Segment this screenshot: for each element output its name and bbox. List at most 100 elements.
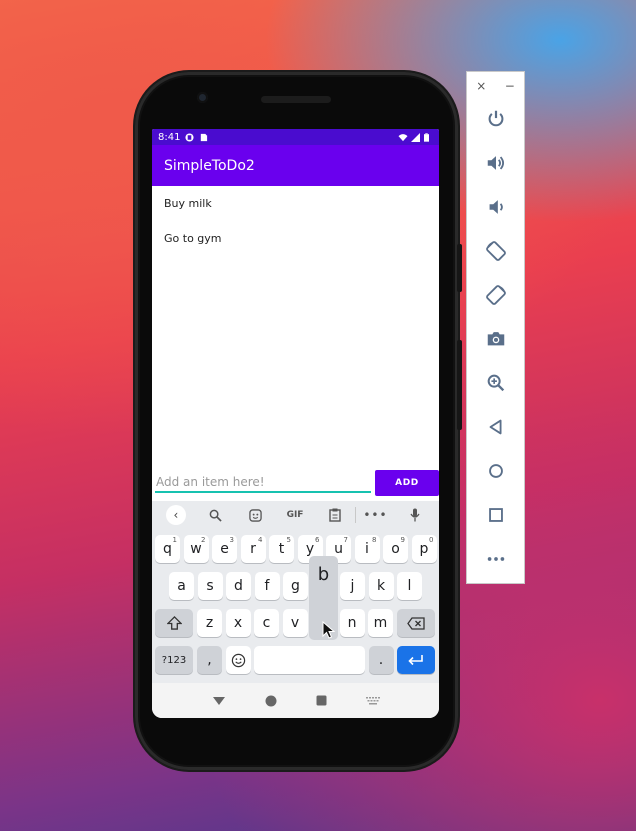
screen: 8:41 SimpleToDo2 Buy milk Go to gym Add … xyxy=(152,129,439,718)
toolbar-back-button[interactable]: ‹ xyxy=(156,505,196,525)
period-key[interactable]: . xyxy=(368,646,394,674)
key-o[interactable]: o9 xyxy=(383,535,408,563)
shift-key[interactable] xyxy=(155,609,193,637)
key-label: n xyxy=(347,615,357,631)
key-label: q xyxy=(163,541,172,557)
backspace-key[interactable] xyxy=(397,609,435,637)
rotate-left-icon[interactable] xyxy=(483,238,509,264)
backspace-icon xyxy=(407,616,425,630)
key-z[interactable]: z xyxy=(197,609,222,637)
enter-key[interactable] xyxy=(397,646,435,674)
key-row-2: a s d f g h j k l xyxy=(152,572,439,600)
key-m[interactable]: m xyxy=(368,609,393,637)
emulator-window-controls: × − xyxy=(467,72,524,100)
chevron-left-icon: ‹ xyxy=(165,505,186,525)
soft-keyboard: ‹ GIF ••• q1 w2 e 3 r 4 t 5 y 6 u 7 i 8 … xyxy=(152,501,439,683)
key-label: i xyxy=(365,541,369,557)
power-icon[interactable] xyxy=(483,106,509,132)
symbols-key[interactable]: ?123 xyxy=(155,646,193,674)
volume-down-icon[interactable] xyxy=(483,194,509,220)
search-icon[interactable] xyxy=(196,509,236,522)
key-c[interactable]: c xyxy=(254,609,279,637)
key-i[interactable]: i8 xyxy=(354,535,380,563)
nav-home-icon[interactable] xyxy=(265,695,277,707)
key-w[interactable]: w2 xyxy=(183,535,209,563)
todo-list: Buy milk Go to gym xyxy=(152,186,439,466)
mouse-pointer-icon xyxy=(322,621,336,639)
key-label: a xyxy=(177,578,186,594)
volume-up-icon[interactable] xyxy=(483,150,509,176)
status-time: 8:41 xyxy=(158,131,181,143)
key-label: , xyxy=(207,652,212,668)
key-row-4: ?123 , . xyxy=(152,646,439,674)
key-row-3: z x c v n m xyxy=(152,609,439,637)
home-icon[interactable] xyxy=(483,458,509,484)
key-row-1: q1 w2 e3 r4 t5 y6 u7 i8 o9 p0 xyxy=(152,535,439,563)
key-s[interactable]: s xyxy=(197,572,223,600)
app-notification-icon xyxy=(185,132,195,142)
shift-icon xyxy=(166,616,182,630)
key-j[interactable]: j xyxy=(340,572,365,600)
key-label: j xyxy=(350,578,355,594)
key-label: o xyxy=(391,541,400,557)
key-label: s xyxy=(206,578,214,594)
key-hint: 2 xyxy=(201,536,206,544)
minimize-icon[interactable]: − xyxy=(505,79,515,93)
key-label: l xyxy=(407,578,412,594)
key-a[interactable]: a xyxy=(169,572,194,600)
sticker-icon[interactable] xyxy=(235,508,275,522)
zoom-icon[interactable] xyxy=(483,370,509,396)
nav-recents-icon[interactable] xyxy=(316,695,327,706)
volume-side-button xyxy=(457,340,462,430)
nav-back-icon[interactable] xyxy=(212,696,226,706)
key-q[interactable]: q1 xyxy=(155,535,180,563)
add-button[interactable]: ADD xyxy=(375,470,439,496)
power-side-button xyxy=(457,244,462,292)
comma-key[interactable]: , xyxy=(197,646,222,674)
key-g[interactable]: g xyxy=(283,572,308,600)
more-icon[interactable] xyxy=(483,546,509,572)
list-item[interactable]: Go to gym xyxy=(152,221,439,256)
key-k[interactable]: k xyxy=(368,572,394,600)
key-n[interactable]: n xyxy=(339,609,365,637)
enter-icon xyxy=(408,655,423,666)
list-item-text: Go to gym xyxy=(164,232,222,245)
battery-icon xyxy=(424,132,433,142)
keyboard-switch-icon[interactable] xyxy=(365,696,380,705)
key-r[interactable]: r4 xyxy=(240,535,266,563)
key-x[interactable]: x xyxy=(225,609,251,637)
key-label: . xyxy=(378,652,384,668)
status-bar: 8:41 xyxy=(152,129,439,145)
list-item[interactable]: Buy milk xyxy=(152,186,439,221)
space-key[interactable] xyxy=(254,646,365,674)
clipboard-icon[interactable] xyxy=(315,508,355,522)
key-t[interactable]: t5 xyxy=(269,535,294,563)
key-p[interactable]: p0 xyxy=(411,535,437,563)
camera-icon[interactable] xyxy=(483,326,509,352)
system-nav-bar xyxy=(152,683,439,718)
add-item-input[interactable] xyxy=(155,473,371,493)
gif-button[interactable]: GIF xyxy=(275,510,315,520)
key-label: x xyxy=(233,615,243,631)
key-label: e xyxy=(220,541,229,557)
key-label: y xyxy=(305,541,315,557)
key-f[interactable]: f xyxy=(254,572,280,600)
key-label: ?123 xyxy=(161,654,187,666)
key-label: f xyxy=(264,578,270,594)
key-l[interactable]: l xyxy=(397,572,422,600)
close-icon[interactable]: × xyxy=(476,79,486,93)
more-options-icon[interactable]: ••• xyxy=(356,508,396,522)
back-icon[interactable] xyxy=(483,414,509,440)
key-hint: 5 xyxy=(286,536,291,544)
rotate-right-icon[interactable] xyxy=(483,282,509,308)
list-item-text: Buy milk xyxy=(164,197,212,210)
key-e[interactable]: e3 xyxy=(212,535,237,563)
gif-label: GIF xyxy=(286,510,304,520)
key-d[interactable]: d xyxy=(226,572,251,600)
wifi-icon xyxy=(398,133,408,142)
microphone-icon[interactable] xyxy=(395,508,435,522)
key-v[interactable]: v xyxy=(282,609,308,637)
key-hint: 6 xyxy=(315,536,320,544)
overview-icon[interactable] xyxy=(483,502,509,528)
emoji-key[interactable] xyxy=(225,646,251,674)
